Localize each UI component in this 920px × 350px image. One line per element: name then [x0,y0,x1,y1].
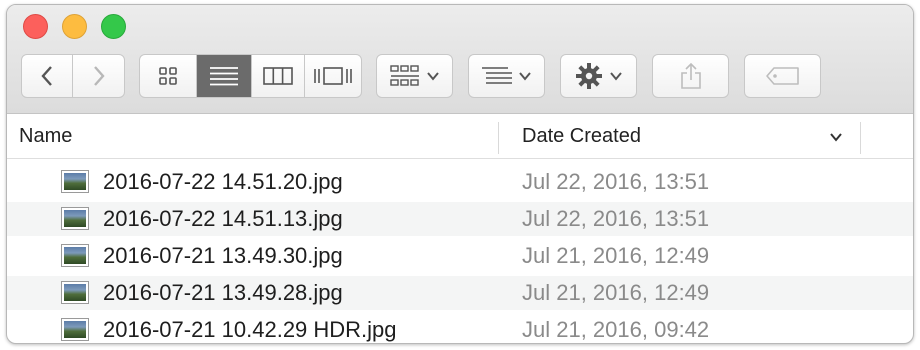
image-thumbnail-icon [61,318,89,341]
sort-button[interactable] [468,54,545,98]
file-date-created: Jul 22, 2016, 13:51 [522,206,710,231]
file-row[interactable]: 2016-07-21 13.49.30.jpg Jul 21, 2016, 12… [7,239,913,273]
column-view-icon [262,67,293,85]
chevron-down-icon [609,72,622,81]
close-button[interactable] [23,14,48,39]
chevron-down-icon [518,72,531,81]
share-icon [680,62,701,89]
chevron-left-icon [41,66,52,86]
image-thumbnail-icon [61,207,89,230]
list-sort-icon [481,67,512,84]
minimize-button[interactable] [62,14,87,39]
image-thumbnail-icon [61,281,89,304]
file-row[interactable]: 2016-07-21 13.49.28.jpg Jul 21, 2016, 12… [7,276,913,310]
icon-view-button[interactable] [140,55,198,97]
file-name: 2016-07-22 14.51.20.jpg [103,169,343,194]
file-row[interactable]: 2016-07-22 14.51.20.jpg Jul 22, 2016, 13… [7,165,913,199]
column-view-button[interactable] [252,55,305,97]
zoom-button[interactable] [101,14,126,39]
arrange-button[interactable] [376,54,453,98]
name-column-header[interactable]: Name [19,114,72,158]
cover-flow-icon [313,67,352,85]
forward-button[interactable] [73,55,124,97]
date-created-column-header[interactable]: Date Created [522,114,641,158]
image-thumbnail-icon [61,170,89,193]
grid-arrange-icon [389,65,419,86]
navigation-buttons [21,54,125,98]
file-name: 2016-07-21 13.49.28.jpg [103,280,343,305]
cover-flow-view-button[interactable] [305,55,361,97]
chevron-right-icon [93,66,105,86]
list-view-button[interactable] [197,55,252,97]
view-mode-control [139,54,362,98]
file-name: 2016-07-22 14.51.13.jpg [103,206,343,231]
file-date-created: Jul 21, 2016, 09:42 [522,317,710,342]
file-row[interactable]: 2016-07-21 10.42.29 HDR.jpg Jul 21, 2016… [7,313,913,343]
tag-icon [765,67,799,85]
icon-view-icon [159,67,178,85]
file-row[interactable]: 2016-07-22 14.51.13.jpg Jul 22, 2016, 13… [7,202,913,236]
file-name: 2016-07-21 10.42.29 HDR.jpg [103,317,397,342]
file-name: 2016-07-21 13.49.30.jpg [103,243,343,268]
toolbar [7,5,913,114]
finder-window: Name Date Created 2016-07-22 14.51.20.jp… [6,4,914,344]
chevron-down-icon [426,72,439,81]
tag-button[interactable] [744,54,821,98]
file-date-created: Jul 21, 2016, 12:49 [522,243,710,268]
back-button[interactable] [22,55,74,97]
column-divider[interactable] [498,122,499,154]
list-view-icon [210,67,239,86]
column-divider[interactable] [860,122,861,154]
action-button[interactable] [560,54,637,98]
gear-icon [575,63,602,89]
list-header: Name Date Created [7,114,913,159]
share-button[interactable] [652,54,729,98]
image-thumbnail-icon [61,244,89,267]
chevron-down-icon[interactable] [829,132,843,142]
file-date-created: Jul 22, 2016, 13:51 [522,169,710,194]
file-date-created: Jul 21, 2016, 12:49 [522,280,710,305]
